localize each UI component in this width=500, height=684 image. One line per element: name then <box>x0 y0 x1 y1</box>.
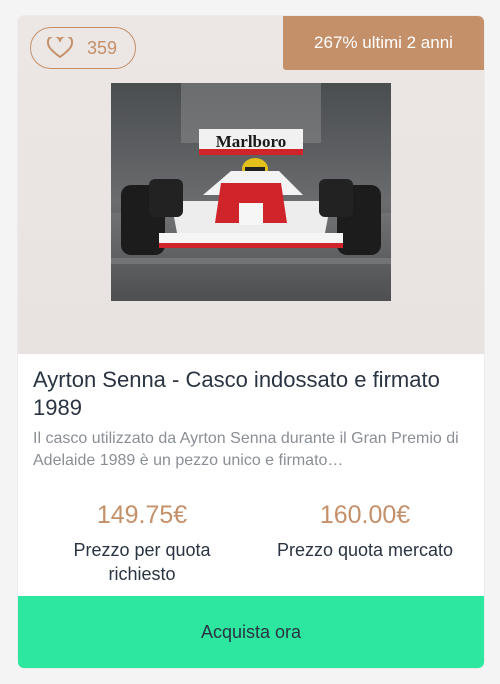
heart-outline-icon <box>47 37 73 58</box>
requested-price-value: 149.75€ <box>96 501 188 529</box>
product-image: Marlboro <box>111 83 391 301</box>
product-hero: 359 267% ultimi 2 anni Marlboro <box>18 16 484 354</box>
requested-price: 149.75€ Prezzo per quota richiesto <box>42 500 242 586</box>
product-description: Il casco utilizzato da Ayrton Senna dura… <box>33 430 459 469</box>
like-button[interactable]: 359 <box>30 27 136 69</box>
growth-badge: 267% ultimi 2 anni <box>283 16 484 70</box>
market-price-value: 160.00€ <box>319 501 411 529</box>
buy-now-button[interactable]: Acquista ora <box>18 596 484 668</box>
f1-car-photo: Marlboro <box>111 83 391 301</box>
product-title: Ayrton Senna - Casco indossato e firmato… <box>33 367 440 420</box>
requested-price-label: Prezzo per quota richiesto <box>73 540 211 584</box>
product-card[interactable]: 359 267% ultimi 2 anni Marlboro Ayrton S… <box>18 16 484 668</box>
market-price-label: Prezzo quota mercato <box>276 540 454 560</box>
market-price: 160.00€ Prezzo quota mercato <box>265 500 465 562</box>
wing-sponsor-text: Marlboro <box>216 132 287 151</box>
like-count: 359 <box>87 37 118 58</box>
